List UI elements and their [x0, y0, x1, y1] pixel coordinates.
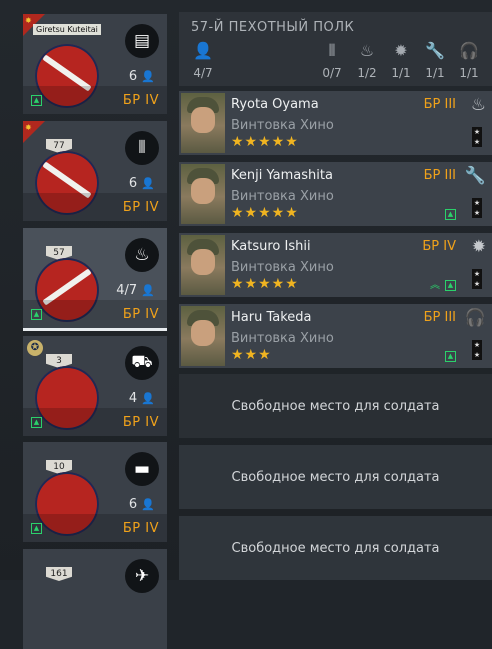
squad-br: БР IV — [122, 93, 159, 108]
truck-icon: ⛟ — [125, 346, 159, 380]
document-icon: ▤ — [125, 24, 159, 58]
upgrade-icon[interactable]: ▲ — [445, 280, 456, 291]
soldier-stars: ★★★★★ — [231, 205, 299, 221]
empty-slot[interactable]: Свободное место для солдата — [179, 445, 492, 509]
soldier-row[interactable]: Haru Takeda Винтовка Хино ★★★ БР III 🎧 ★… — [179, 304, 492, 368]
flame-icon: ♨ — [125, 238, 159, 272]
upgrade-icon[interactable]: ▲ — [31, 95, 42, 106]
stat-flame: ♨ 1/2 — [351, 40, 383, 80]
stat-soldiers: 👤 4/7 — [187, 40, 219, 80]
soldier-portrait — [181, 93, 225, 153]
rank-icon: ★ ★ — [472, 269, 482, 289]
soldier-weapon: Винтовка Хино — [231, 189, 334, 204]
flame-icon: ♨ — [359, 41, 375, 60]
soldier-br: БР III — [423, 97, 456, 112]
squad-card-4[interactable]: ✪ 3 ⛟ 4 👤 ▲ БР IV — [23, 336, 167, 436]
rank-up-icon[interactable]: ︽ — [430, 276, 440, 291]
squad-card-1[interactable]: ✸ Giretsu Kuteitai ▤ 6 👤 ▲ БР IV — [23, 14, 167, 114]
upgrade-icon[interactable]: ▲ — [445, 351, 456, 362]
plane-icon: ✈ — [125, 559, 159, 593]
explosion-icon: ✹ — [394, 41, 408, 60]
soldier-stars: ★★★ — [231, 347, 272, 363]
soldier-row[interactable]: Kenji Yamashita Винтовка Хино ★★★★★ БР I… — [179, 162, 492, 226]
squad-card-5[interactable]: 10 ▬ 6 👤 ▲ БР IV — [23, 442, 167, 542]
headphones-icon: 🎧 — [464, 308, 486, 328]
empty-slot[interactable]: Свободное место для солдата — [179, 516, 492, 580]
empty-slot[interactable]: Свободное место для солдата — [179, 374, 492, 438]
soldier-row[interactable]: Katsuro Ishii Винтовка Хино ★★★★★ БР IV … — [179, 233, 492, 297]
squad-card-6[interactable]: 161 ✈ — [23, 549, 167, 649]
flag-corner: ✸ — [23, 121, 45, 143]
soldier-name: Ryota Oyama — [231, 97, 319, 112]
soldier-weapon: Винтовка Хино — [231, 260, 334, 275]
soldier-stars: ★★★★★ — [231, 276, 299, 292]
soldier-br: БР III — [423, 310, 456, 325]
rank-icon: ★ ★ — [472, 127, 482, 147]
upgrade-icon[interactable]: ▲ — [445, 209, 456, 220]
soldier-weapon: Винтовка Хино — [231, 118, 334, 133]
explosion-icon: ✹ — [471, 237, 486, 257]
soldier-row[interactable]: Ryota Oyama Винтовка Хино ★★★★★ БР III ♨… — [179, 91, 492, 155]
soldier-br: БР III — [423, 168, 456, 183]
medal-icon: ✪ — [27, 340, 43, 356]
rank-icon: ★ ★ — [472, 340, 482, 360]
stat-explosion: ✹ 1/1 — [385, 40, 417, 80]
soldier-portrait — [181, 235, 225, 295]
ammo-icon: ⦀ — [125, 131, 159, 165]
squad-br: БР IV — [122, 307, 159, 322]
squad-count: 6 👤 — [128, 497, 155, 512]
squad-br: БР IV — [122, 200, 159, 215]
stat-wrench: 🔧 1/1 — [419, 40, 451, 80]
squad-count: 4 👤 — [128, 391, 155, 406]
upgrade-icon[interactable]: ▲ — [31, 309, 42, 320]
stat-headphones: 🎧 1/1 — [453, 40, 485, 80]
ammo-icon: ⦀ — [328, 41, 336, 60]
squad-count: 4/7 👤 — [116, 283, 155, 298]
squad-count: 6 👤 — [128, 69, 155, 84]
rank-icon: ★ ★ — [472, 198, 482, 218]
squad-card-2[interactable]: ✸ 77 ⦀ 6 👤 БР IV — [23, 121, 167, 221]
squad-count: 6 👤 — [128, 176, 155, 191]
stat-ammo: ⦀ 0/7 — [316, 40, 348, 80]
soldier-portrait — [181, 306, 225, 366]
squad-tag: Giretsu Kuteitai — [33, 24, 101, 35]
squad-level: 161 — [46, 567, 72, 581]
headphones-icon: 🎧 — [459, 41, 479, 60]
soldier-name: Haru Takeda — [231, 310, 312, 325]
wrench-icon: 🔧 — [464, 166, 486, 186]
upgrade-icon[interactable]: ▲ — [31, 417, 42, 428]
squad-br: БР IV — [122, 415, 159, 430]
soldier-name: Katsuro Ishii — [231, 239, 311, 254]
upgrade-icon[interactable]: ▲ — [31, 523, 42, 534]
soldier-portrait — [181, 164, 225, 224]
soldier-icon: 👤 — [193, 41, 213, 60]
soldier-name: Kenji Yamashita — [231, 168, 333, 183]
unit-header: 57-Й ПЕХОТНЫЙ ПОЛК 👤 4/7 ⦀ 0/7 ♨ 1/2 ✹ 1/1 🔧… — [179, 12, 492, 86]
flame-icon: ♨ — [470, 95, 486, 115]
unit-title: 57-Й ПЕХОТНЫЙ ПОЛК — [191, 20, 355, 35]
squad-card-3[interactable]: 57 ♨ 4/7 👤 ▲ БР IV — [23, 228, 167, 331]
soldier-stars: ★★★★★ — [231, 134, 299, 150]
squad-br: БР IV — [122, 521, 159, 536]
wrench-icon: 🔧 — [425, 41, 445, 60]
soldier-weapon: Винтовка Хино — [231, 331, 334, 346]
soldier-br: БР IV — [422, 239, 456, 254]
tank-icon: ▬ — [125, 452, 159, 486]
